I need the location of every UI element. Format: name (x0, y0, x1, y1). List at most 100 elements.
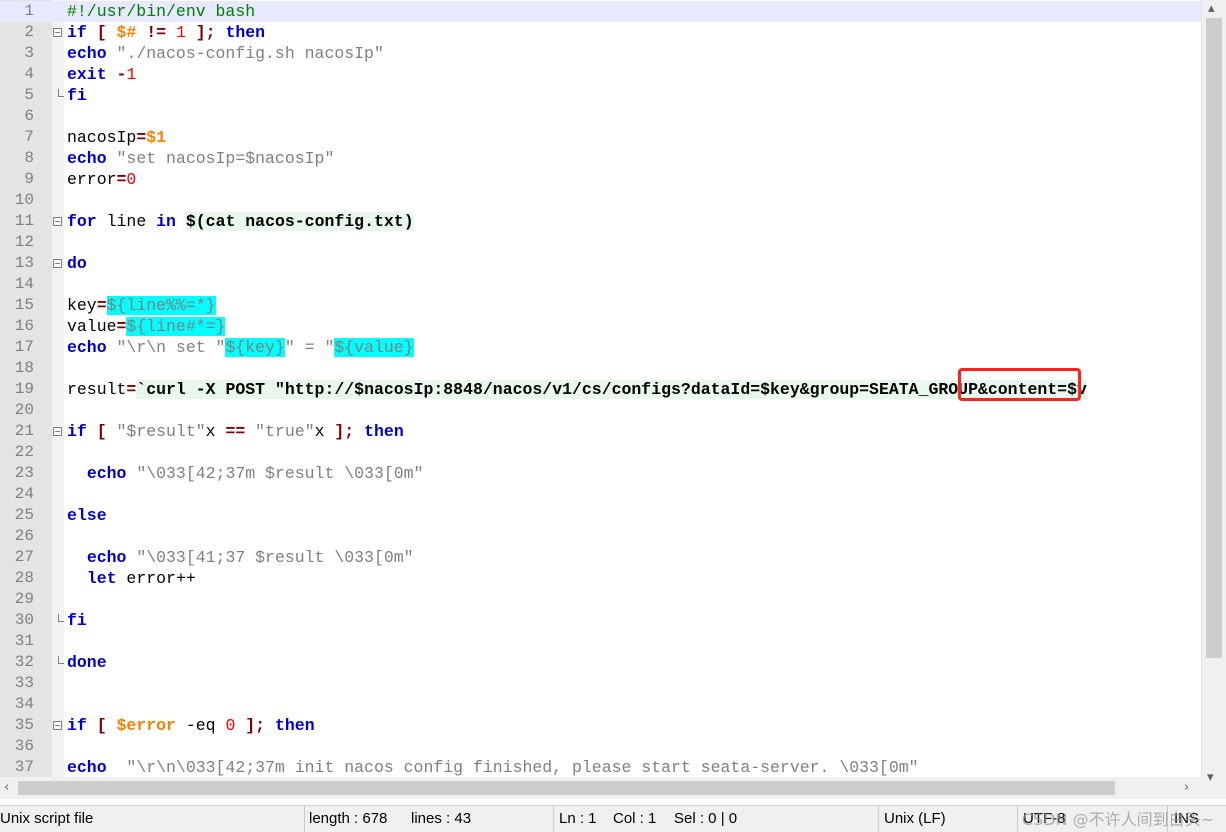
code-line[interactable]: 22 (0, 442, 1201, 463)
code-token: == (225, 422, 246, 441)
code-text[interactable]: echo "\r\n\033[42;37m init nacos config … (67, 757, 919, 777)
code-text[interactable]: exit -1 (67, 64, 136, 85)
line-number: 36 (14, 737, 34, 755)
code-text[interactable]: fi (67, 85, 87, 106)
code-line[interactable]: 31 (0, 631, 1201, 652)
code-text[interactable]: nacosIp=$1 (67, 127, 166, 148)
code-line[interactable]: 6 (0, 106, 1201, 127)
fold-toggle-icon[interactable] (53, 721, 62, 730)
code-text[interactable]: echo "./nacos-config.sh nacosIp" (67, 43, 384, 64)
code-text[interactable]: echo "\033[42;37m $result \033[0m" (67, 463, 424, 484)
code-line[interactable]: 29 (0, 589, 1201, 610)
line-number: 34 (14, 695, 34, 713)
fold-toggle-icon[interactable] (53, 217, 62, 226)
vertical-scroll-thumb[interactable] (1206, 18, 1222, 658)
code-line[interactable]: 12 (0, 232, 1201, 253)
code-text[interactable]: echo "\r\n set "${key}" = "${value} (67, 337, 414, 358)
code-token: echo (86, 548, 127, 567)
code-token: $(cat nacos-config.txt) (185, 212, 414, 231)
code-text[interactable]: if [ $# != 1 ]; then (67, 22, 265, 43)
code-token: "true" (245, 422, 315, 441)
horizontal-scrollbar[interactable]: ‹ › (0, 777, 1201, 799)
code-line[interactable]: 10 (0, 190, 1201, 211)
code-line[interactable]: 23 echo "\033[42;37m $result \033[0m" (0, 463, 1201, 484)
code-token: = (116, 317, 127, 336)
code-line[interactable]: 9 error=0 (0, 169, 1201, 190)
code-text[interactable]: if [ "$result"x == "true"x ]; then (67, 421, 404, 442)
status-bar: Unix script file length : 678 lines : 43… (0, 805, 1226, 832)
code-line[interactable]: 2 if [ $# != 1 ]; then (0, 22, 1201, 43)
line-number: 9 (24, 170, 34, 188)
code-line[interactable]: 27 echo "\033[41;37 $result \033[0m" (0, 547, 1201, 568)
code-text[interactable]: for line in $(cat nacos-config.txt) (67, 211, 414, 232)
code-line[interactable]: 4 exit -1 (0, 64, 1201, 85)
code-token: echo (67, 338, 107, 357)
code-line[interactable]: 11 for line in $(cat nacos-config.txt) (0, 211, 1201, 232)
code-line[interactable]: 33 (0, 673, 1201, 694)
code-text[interactable]: let error++ (67, 568, 196, 589)
code-text[interactable]: key=${line%%=*} (67, 295, 216, 316)
fold-toggle-icon[interactable] (53, 259, 62, 268)
scroll-left-icon[interactable]: ‹ (4, 781, 9, 795)
code-line[interactable]: 20 (0, 400, 1201, 421)
line-number: 21 (14, 422, 34, 440)
code-line[interactable]: 5 fi (0, 85, 1201, 106)
scroll-down-icon[interactable]: ▾ (1207, 771, 1214, 785)
code-token: [ (86, 422, 117, 441)
code-text[interactable]: result=`curl -X POST "http://$nacosIp:88… (67, 379, 1087, 400)
scroll-up-icon[interactable]: ▴ (1208, 2, 1215, 16)
code-line[interactable]: 28 let error++ (0, 568, 1201, 589)
code-line[interactable]: 36 (0, 736, 1201, 757)
fold-toggle-icon[interactable] (53, 28, 62, 37)
code-line[interactable]: 1 #!/usr/bin/env bash (0, 1, 1201, 22)
eol-format-label[interactable]: Unix (LF) (884, 810, 946, 827)
line-number: 15 (14, 296, 34, 314)
code-line[interactable]: 17 echo "\r\n set "${key}" = "${value} (0, 337, 1201, 358)
code-line[interactable]: 7 nacosIp=$1 (0, 127, 1201, 148)
line-number: 24 (14, 485, 34, 503)
code-token: = (96, 296, 107, 315)
code-text[interactable]: echo "set nacosIp=$nacosIp" (67, 148, 334, 169)
code-line[interactable]: 13 do (0, 253, 1201, 274)
line-number: 13 (14, 254, 34, 272)
code-line[interactable]: 8 echo "set nacosIp=$nacosIp" (0, 148, 1201, 169)
code-line[interactable]: 21 if [ "$result"x == "true"x ]; then (0, 421, 1201, 442)
code-line[interactable]: 30 fi (0, 610, 1201, 631)
code-line[interactable]: 34 (0, 694, 1201, 715)
code-line[interactable]: 26 (0, 526, 1201, 547)
code-token: value (67, 317, 117, 336)
code-text[interactable]: value=${line#*=} (67, 316, 226, 337)
line-number: 18 (14, 359, 34, 377)
code-token: " = " (284, 338, 335, 357)
code-text[interactable]: echo "\033[41;37 $result \033[0m" (67, 547, 414, 568)
code-line[interactable]: 15 key=${line%%=*} (0, 295, 1201, 316)
horizontal-scroll-thumb[interactable] (18, 781, 1115, 795)
code-line[interactable]: 16 value=${line#*=} (0, 316, 1201, 337)
code-token: ]; (185, 23, 226, 42)
code-token: error (67, 170, 117, 189)
code-token: `curl -X POST "http://$nacosIp:8848/naco… (136, 380, 1087, 399)
fold-toggle-icon[interactable] (53, 427, 62, 436)
code-line[interactable]: 35 if [ $error -eq 0 ]; then (0, 715, 1201, 736)
code-text[interactable]: #!/usr/bin/env bash (67, 1, 255, 22)
vertical-scrollbar[interactable]: ▴ (1201, 0, 1226, 777)
code-text[interactable]: error=0 (67, 169, 136, 190)
code-text[interactable]: do (67, 253, 87, 274)
editor-pane[interactable]: 1 #!/usr/bin/env bash 2 if [ $# != 1 ]; the… (0, 0, 1201, 777)
code-line[interactable]: 25 else (0, 505, 1201, 526)
code-token: fi (67, 611, 87, 630)
code-line[interactable]: 32 done (0, 652, 1201, 673)
code-line[interactable]: 14 (0, 274, 1201, 295)
code-token: if (67, 23, 87, 42)
code-text[interactable]: fi (67, 610, 87, 631)
code-line[interactable]: 24 (0, 484, 1201, 505)
code-token: "set nacosIp=$nacosIp" (106, 149, 335, 168)
code-line[interactable]: 37 echo "\r\n\033[42;37m init nacos confi… (0, 757, 1201, 777)
code-text[interactable]: done (67, 652, 107, 673)
line-number: 32 (14, 653, 34, 671)
code-line[interactable]: 3 echo "./nacos-config.sh nacosIp" (0, 43, 1201, 64)
code-text[interactable]: else (67, 505, 107, 526)
code-text[interactable]: if [ $error -eq 0 ]; then (67, 715, 315, 736)
scroll-right-icon[interactable]: › (1184, 781, 1189, 795)
